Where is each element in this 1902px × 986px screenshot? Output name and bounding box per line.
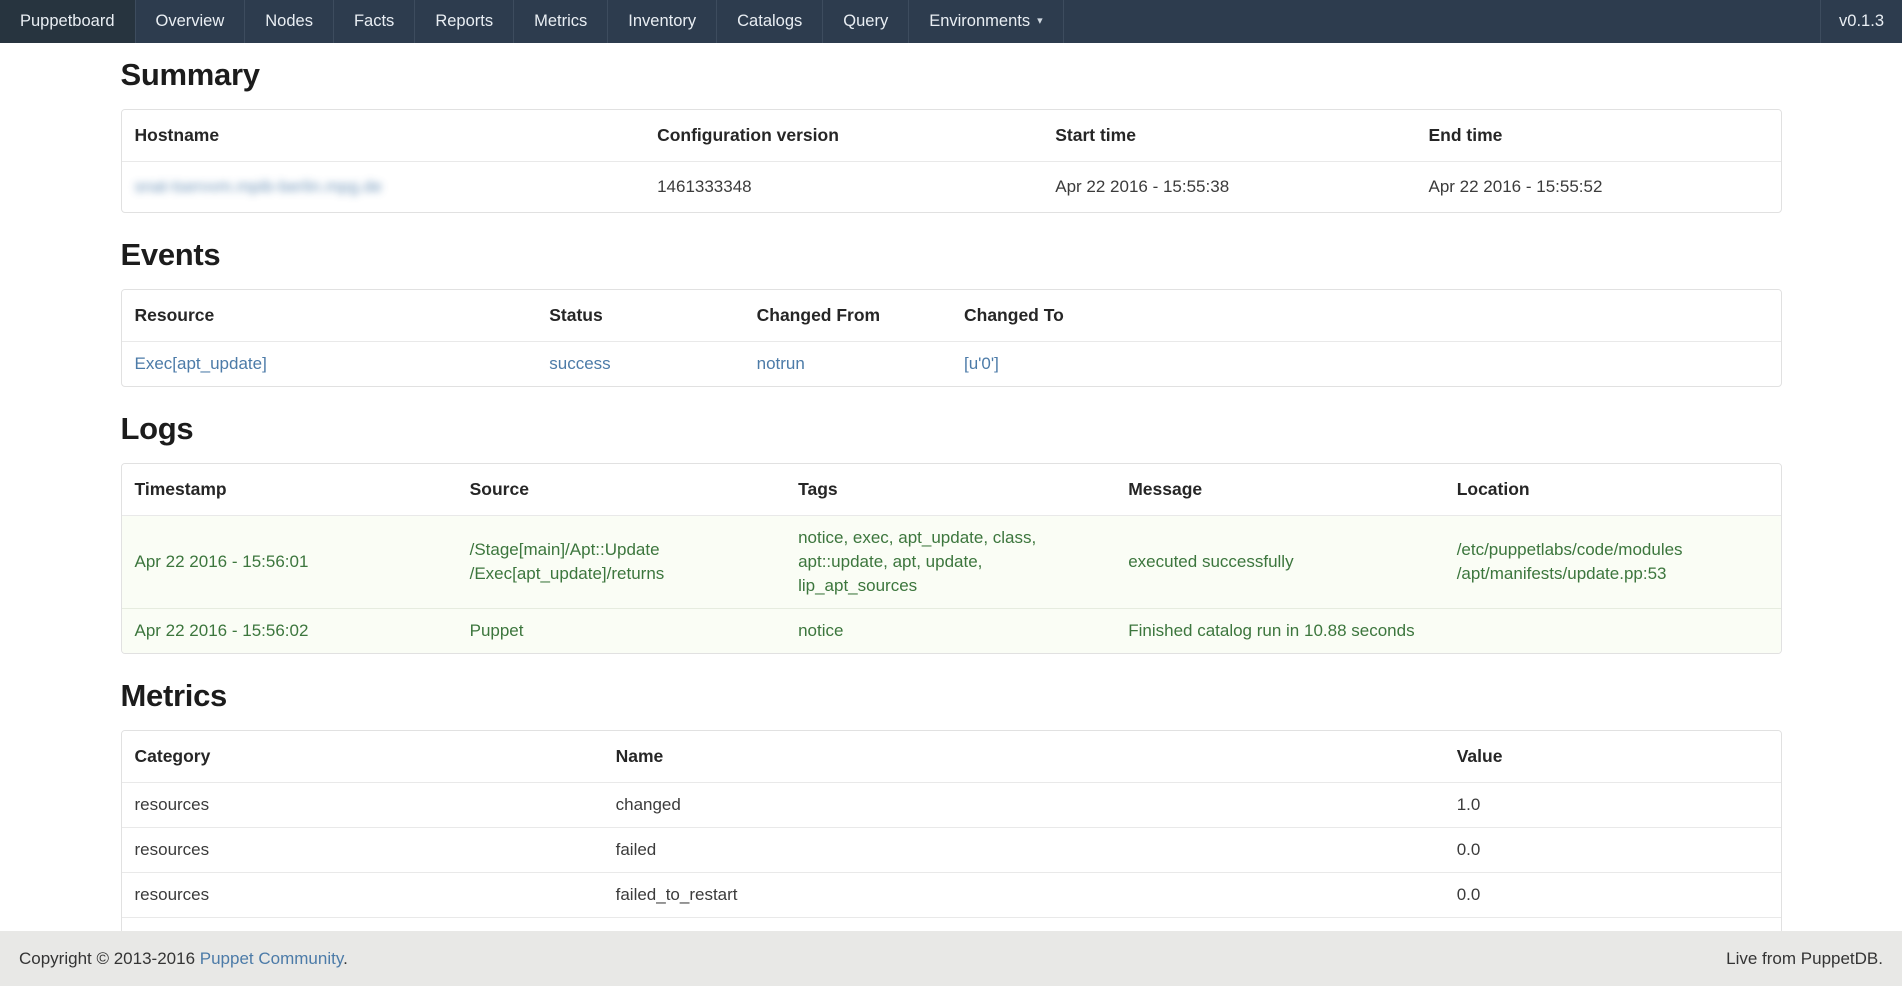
logs-heading: Logs [121,411,1782,447]
nav-item-query[interactable]: Query [823,0,909,43]
log-message: executed successfully [1115,516,1443,609]
logs-col-timestamp: Timestamp [122,464,457,516]
puppet-community-link[interactable]: Puppet Community [200,949,343,968]
logs-col-location: Location [1444,464,1781,516]
events-table: Resource Status Changed From Changed To … [122,290,1781,386]
nav-item-facts[interactable]: Facts [334,0,415,43]
metrics-header-row: Category Name Value [122,731,1781,783]
summary-header-row: Hostname Configuration version Start tim… [122,110,1781,162]
metric-row: resources failed_to_restart 0.0 [122,873,1781,918]
nav-item-label: Reports [435,12,493,31]
logs-col-tags: Tags [785,464,1115,516]
log-timestamp: Apr 22 2016 - 15:56:01 [122,516,457,609]
summary-panel: Hostname Configuration version Start tim… [121,109,1782,213]
logs-col-message: Message [1115,464,1443,516]
copyright-suffix: . [343,949,348,968]
events-panel: Resource Status Changed From Changed To … [121,289,1782,387]
hostname-link[interactable]: snat-tservvm.mpib-berlin.mpg.de [135,177,383,196]
nav-item-inventory[interactable]: Inventory [608,0,717,43]
navbar-brand-label: Puppetboard [20,12,115,31]
page-footer: Copyright © 2013-2016 Puppet Community. … [0,931,1902,986]
logs-table: Timestamp Source Tags Message Location A… [122,464,1781,653]
chevron-down-icon: ▾ [1037,16,1043,27]
logs-header-row: Timestamp Source Tags Message Location [122,464,1781,516]
puppetdb-status-text: Live from PuppetDB. [1726,949,1883,969]
events-col-changed-from: Changed From [744,290,951,342]
log-source: /Stage[main]/Apt::Update /Exec[apt_updat… [457,516,785,609]
environments-dropdown[interactable]: Environments ▾ [909,0,1063,43]
main-content: Summary Hostname Configuration version S… [121,57,1782,939]
environments-label: Environments [929,12,1030,31]
metric-row: resources changed 1.0 [122,783,1781,828]
event-changed-from-link[interactable]: notrun [757,354,805,373]
events-header-row: Resource Status Changed From Changed To [122,290,1781,342]
event-changed-to-link[interactable]: [u'0'] [964,354,999,373]
metrics-panel: Category Name Value resources changed 1.… [121,730,1782,939]
summary-col-config-version: Configuration version [644,110,1042,162]
summary-heading: Summary [121,57,1782,93]
summary-col-end-time: End time [1416,110,1781,162]
log-tags: notice, exec, apt_update, class, apt::up… [785,516,1115,609]
events-col-status: Status [536,290,743,342]
nav-item-label: Inventory [628,12,696,31]
summary-row: snat-tservvm.mpib-berlin.mpg.de 14613333… [122,162,1781,213]
version-label: v0.1.3 [1839,12,1884,31]
events-col-resource: Resource [122,290,537,342]
log-location: /etc/puppetlabs/code/modules /apt/manife… [1444,516,1781,609]
nav-item-metrics[interactable]: Metrics [514,0,608,43]
log-row: Apr 22 2016 - 15:56:02 Puppet notice Fin… [122,609,1781,654]
start-time-value: Apr 22 2016 - 15:55:38 [1042,162,1415,213]
metrics-col-value: Value [1444,731,1781,783]
log-row: Apr 22 2016 - 15:56:01 /Stage[main]/Apt:… [122,516,1781,609]
logs-panel: Timestamp Source Tags Message Location A… [121,463,1782,654]
metrics-col-name: Name [603,731,1444,783]
config-version-value: 1461333348 [644,162,1042,213]
events-col-changed-to: Changed To [951,290,1781,342]
navbar-brand[interactable]: Puppetboard [0,0,136,43]
log-location [1444,609,1781,654]
metric-name: changed [603,783,1444,828]
metric-name: failed [603,828,1444,873]
log-tags: notice [785,609,1115,654]
summary-table: Hostname Configuration version Start tim… [122,110,1781,212]
metric-value: 0.0 [1444,873,1781,918]
navbar-spacer [1064,0,1820,43]
metric-category: resources [122,828,603,873]
log-timestamp: Apr 22 2016 - 15:56:02 [122,609,457,654]
nav-item-label: Query [843,12,888,31]
nav-item-label: Catalogs [737,12,802,31]
version-badge: v0.1.3 [1820,0,1902,43]
nav-item-catalogs[interactable]: Catalogs [717,0,823,43]
nav-item-overview[interactable]: Overview [136,0,246,43]
metrics-heading: Metrics [121,678,1782,714]
copyright-prefix: Copyright © 2013-2016 [19,949,200,968]
nav-item-label: Metrics [534,12,587,31]
metric-row: resources failed 0.0 [122,828,1781,873]
metric-category: resources [122,873,603,918]
event-status-link[interactable]: success [549,354,610,373]
event-row: Exec[apt_update] success notrun [u'0'] [122,342,1781,387]
nav-item-reports[interactable]: Reports [415,0,514,43]
log-message: Finished catalog run in 10.88 seconds [1115,609,1443,654]
nav-item-label: Facts [354,12,394,31]
nav-item-nodes[interactable]: Nodes [245,0,334,43]
metric-category: resources [122,783,603,828]
event-resource-link[interactable]: Exec[apt_update] [135,354,267,373]
metric-name: failed_to_restart [603,873,1444,918]
log-source: Puppet [457,609,785,654]
metric-value: 0.0 [1444,828,1781,873]
events-heading: Events [121,237,1782,273]
logs-col-source: Source [457,464,785,516]
summary-col-start-time: Start time [1042,110,1415,162]
metric-value: 1.0 [1444,783,1781,828]
copyright-text: Copyright © 2013-2016 Puppet Community. [19,949,348,969]
top-navbar: Puppetboard Overview Nodes Facts Reports… [0,0,1902,43]
nav-item-label: Overview [156,12,225,31]
metrics-table: Category Name Value resources changed 1.… [122,731,1781,938]
metrics-col-category: Category [122,731,603,783]
summary-col-hostname: Hostname [122,110,645,162]
nav-item-label: Nodes [265,12,313,31]
end-time-value: Apr 22 2016 - 15:55:52 [1416,162,1781,213]
